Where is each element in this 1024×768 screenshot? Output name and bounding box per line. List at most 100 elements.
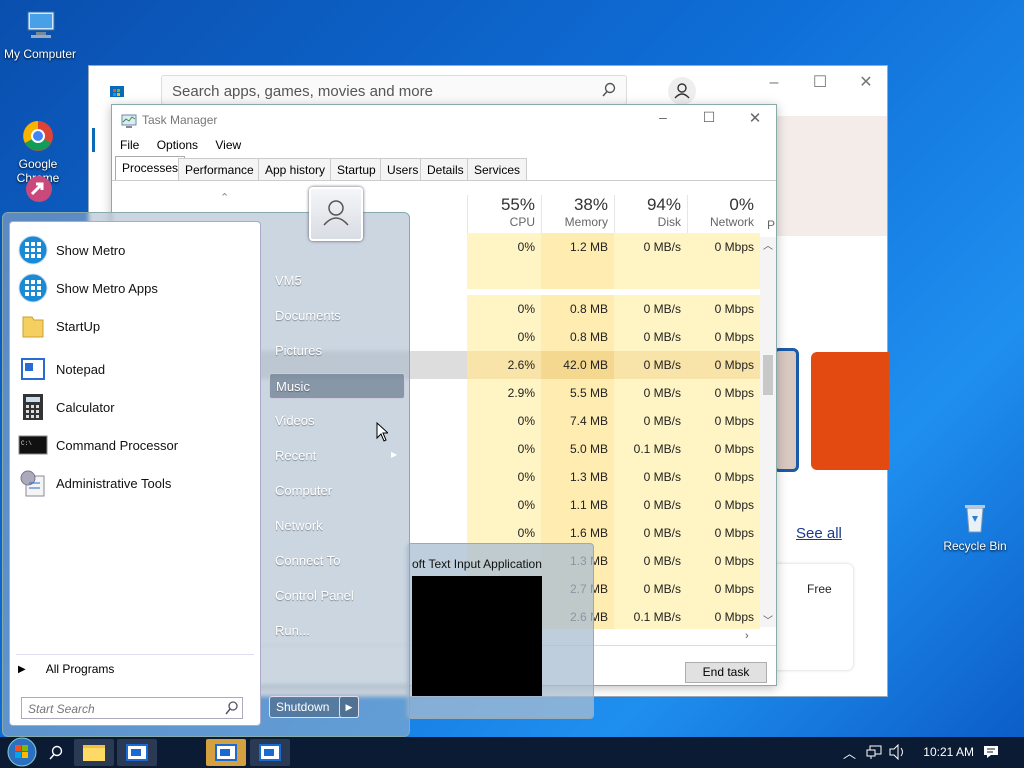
start-right-item-control-panel[interactable]: Control Panel — [269, 583, 405, 609]
start-search-input[interactable]: Start Search — [21, 697, 243, 719]
store-card-orange[interactable] — [811, 352, 889, 470]
start-item-startup[interactable]: StartUp — [18, 308, 258, 344]
taskbar-app-window-2[interactable] — [206, 739, 246, 766]
sort-chevron-icon[interactable]: ⌃ — [220, 191, 229, 204]
table-cell-cpu: 2.6% — [467, 351, 541, 379]
search-icon[interactable] — [48, 745, 64, 761]
menu-view[interactable]: View — [215, 138, 241, 152]
shutdown-options-button[interactable]: ▶ — [339, 696, 359, 718]
table-cell-cpu: 0% — [467, 323, 541, 351]
notepad-icon — [18, 354, 48, 384]
table-cell-disk: 0 MB/s — [614, 233, 687, 261]
start-item-show-metro-apps[interactable]: Show Metro Apps — [18, 270, 258, 306]
table-cell-mem: 0.8 MB — [541, 295, 614, 323]
mouse-cursor — [376, 421, 390, 442]
scroll-thumb[interactable] — [763, 355, 773, 395]
tab-services[interactable]: Services — [467, 158, 528, 181]
vertical-scrollbar[interactable]: ︿ ﹀ — [760, 237, 776, 627]
start-right-item-vm5[interactable]: VM5 — [269, 268, 405, 294]
tab-startup[interactable]: Startup — [330, 158, 383, 181]
user-picture[interactable] — [309, 187, 363, 241]
start-orb-button[interactable] — [2, 737, 40, 768]
start-right-item-network[interactable]: Network — [269, 513, 405, 539]
start-item-command-processor[interactable]: C:\ Command Processor — [18, 427, 258, 463]
tm-close-button[interactable]: ✕ — [740, 109, 770, 129]
start-right-item-run[interactable]: Run... — [269, 618, 405, 644]
tab-processes[interactable]: Processes — [115, 156, 186, 180]
svg-text:C:\: C:\ — [21, 440, 32, 447]
scroll-right-arrow[interactable]: › — [745, 630, 749, 642]
store-maximize-button[interactable]: ☐ — [797, 70, 843, 96]
menu-file[interactable]: File — [120, 138, 139, 152]
desktop-icon-my-computer[interactable]: My Computer — [0, 8, 80, 61]
col-cpu[interactable]: 55% CPU — [467, 195, 541, 235]
store-logo-icon — [109, 82, 125, 98]
thumbnail-image — [412, 576, 542, 696]
table-cell-cpu — [467, 261, 541, 289]
scroll-up-arrow[interactable]: ︿ — [760, 237, 776, 252]
account-icon[interactable] — [668, 77, 696, 105]
start-item-show-metro[interactable]: Show Metro — [18, 232, 258, 268]
folder-icon — [83, 745, 105, 761]
search-icon[interactable] — [601, 82, 617, 98]
taskbar-app-window-3[interactable] — [250, 739, 290, 766]
store-item-card[interactable]: Free — [767, 564, 853, 670]
table-cell-mem: 0.8 MB — [541, 323, 614, 351]
tray-chevron-up-icon[interactable]: ︿ — [843, 743, 856, 762]
window-icon — [215, 744, 237, 761]
start-divider — [16, 654, 254, 655]
clock[interactable]: 10:21 AM — [923, 745, 974, 759]
table-cell-disk: 0 MB/s — [614, 379, 687, 407]
see-all-link[interactable]: See all — [796, 525, 842, 542]
table-cell-net — [687, 261, 760, 289]
taskbar-app-window-1[interactable] — [117, 739, 157, 766]
shortcut-icon[interactable] — [22, 172, 56, 206]
start-item-calculator[interactable]: Calculator — [18, 389, 258, 425]
start-item-label: Calculator — [56, 399, 115, 415]
desktop-icon-recycle-bin[interactable]: Recycle Bin — [935, 500, 1015, 553]
tab-users[interactable]: Users — [380, 158, 426, 181]
table-cell-disk: 0.1 MB/s — [614, 435, 687, 463]
scroll-down-arrow[interactable]: ﹀ — [760, 612, 776, 627]
col-p-label[interactable]: P — [767, 218, 775, 232]
start-right-item-music[interactable]: Music — [269, 373, 405, 399]
store-search-input[interactable]: Search apps, games, movies and more — [161, 75, 627, 105]
table-cell-net: 0 Mbps — [687, 463, 760, 491]
recycle-bin-icon — [957, 500, 993, 536]
network-icon[interactable] — [866, 744, 882, 760]
col-disk[interactable]: 94% Disk — [614, 195, 687, 235]
start-right-item-connect-to[interactable]: Connect To — [269, 548, 405, 574]
start-search-icon[interactable] — [225, 701, 239, 715]
memory-pct: 38% — [573, 195, 608, 214]
start-right-item-computer[interactable]: Computer — [269, 478, 405, 504]
user-icon — [323, 200, 349, 226]
action-center-icon[interactable] — [983, 744, 999, 760]
desktop-icon-chrome[interactable]: Google Chrome — [0, 90, 78, 185]
col-memory[interactable]: 38% Memory — [541, 195, 614, 235]
start-right-item-pictures[interactable]: Pictures — [269, 338, 405, 364]
table-cell-cpu: 0% — [467, 463, 541, 491]
end-task-button[interactable]: End task — [685, 662, 767, 683]
table-cell-disk: 0 MB/s — [614, 575, 687, 603]
tm-maximize-button[interactable]: ☐ — [694, 109, 724, 129]
start-item-administrative-tools[interactable]: Administrative Tools — [18, 465, 258, 501]
tab-details[interactable]: Details — [420, 158, 471, 181]
table-cell-net: 0 Mbps — [687, 603, 760, 629]
volume-icon[interactable] — [889, 743, 907, 761]
menu-options[interactable]: Options — [157, 138, 198, 152]
taskbar-thumbnail-preview[interactable]: oft Text Input Application — [407, 543, 594, 719]
start-item-notepad[interactable]: Notepad — [18, 351, 258, 387]
all-programs-item[interactable]: ▶ All Programs — [18, 662, 114, 676]
tab-app-history[interactable]: App history — [258, 158, 333, 181]
tm-minimize-button[interactable]: – — [648, 109, 678, 129]
start-right-item-recent[interactable]: Recent — [269, 443, 405, 469]
table-cell-cpu: 0% — [467, 435, 541, 463]
start-right-item-documents[interactable]: Documents — [269, 303, 405, 329]
table-cell-disk: 0 MB/s — [614, 351, 687, 379]
store-minimize-button[interactable]: – — [751, 70, 797, 96]
taskbar-file-explorer[interactable] — [74, 739, 114, 766]
store-close-button[interactable]: ✕ — [843, 70, 889, 96]
table-cell-net: 0 Mbps — [687, 435, 760, 463]
col-network[interactable]: 0% Network — [687, 195, 760, 235]
tab-performance[interactable]: Performance — [178, 158, 261, 181]
